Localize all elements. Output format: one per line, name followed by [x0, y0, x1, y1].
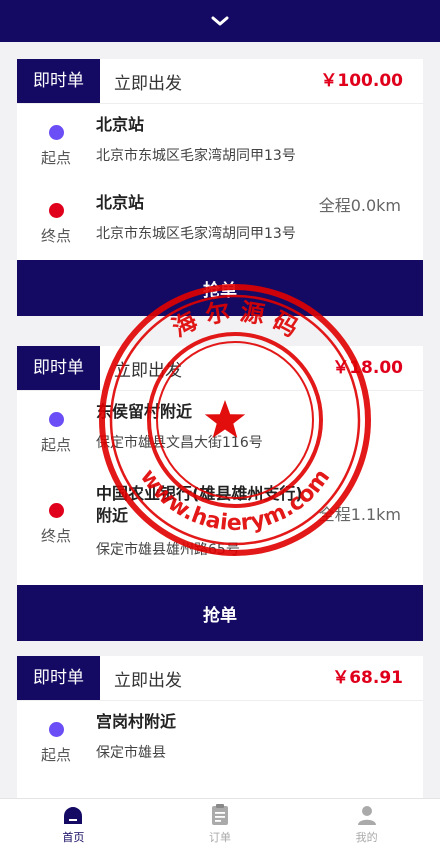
end-name: 北京站: [96, 193, 145, 212]
start-stop: 起点 北京站 北京市东城区毛家湾胡同甲13号: [17, 104, 423, 182]
order-card-header: 即时单 立即出发 ￥68.91: [17, 656, 423, 701]
end-dot-icon: [49, 203, 64, 218]
grab-order-button[interactable]: 抢单: [17, 585, 423, 641]
tab-orders[interactable]: 订单: [147, 799, 294, 849]
order-price: ￥68.91: [332, 668, 403, 688]
start-label: 起点: [41, 746, 72, 764]
end-address: 保定市雄县雄州路65号: [96, 542, 240, 558]
order-card: 即时单 立即出发 ￥68.91 起点 宫岗村附近 保定市雄县: [17, 656, 423, 798]
order-card: 即时单 立即出发 ￥100.00 起点 北京站 北京市东城区毛家湾胡同甲13号 …: [17, 59, 423, 316]
start-dot-icon: [49, 412, 64, 427]
end-stop: 终点 北京站 全程0.0km 北京市东城区毛家湾胡同甲13号: [17, 182, 423, 260]
end-name: 中国农业银行(雄县雄州支行)附近: [96, 484, 303, 525]
tab-home[interactable]: 首页: [0, 799, 147, 849]
order-card-header: 即时单 立即出发 ￥100.00: [17, 59, 423, 104]
start-name: 东侯留村附近: [96, 402, 193, 421]
order-feed: 即时单 立即出发 ￥100.00 起点 北京站 北京市东城区毛家湾胡同甲13号 …: [0, 42, 440, 798]
start-name: 宫岗村附近: [96, 712, 177, 731]
start-name: 北京站: [96, 115, 145, 134]
clipboard-icon: [212, 804, 228, 825]
end-dot-icon: [49, 503, 64, 518]
tab-bar: 首页 订单 我的: [0, 798, 440, 849]
depart-time: 立即出发: [114, 73, 182, 94]
order-type-tag: 即时单: [17, 656, 100, 700]
depart-time: 立即出发: [114, 670, 182, 691]
start-stop: 起点 东侯留村附近 保定市雄县文昌大街116号: [17, 391, 423, 469]
end-address: 北京市东城区毛家湾胡同甲13号: [96, 226, 296, 242]
user-icon: [357, 806, 376, 825]
depart-time: 立即出发: [114, 360, 182, 381]
tab-profile-label: 我的: [355, 831, 378, 844]
order-card: 即时单 立即出发 ￥18.00 起点 东侯留村附近 保定市雄县文昌大街116号 …: [17, 346, 423, 641]
start-address: 北京市东城区毛家湾胡同甲13号: [96, 148, 296, 164]
tab-profile[interactable]: 我的: [293, 799, 440, 849]
tab-orders-label: 订单: [209, 831, 231, 844]
tab-home-label: 首页: [62, 831, 85, 844]
start-label: 起点: [41, 436, 72, 454]
trip-distance: 全程0.0km: [318, 196, 401, 215]
end-label: 终点: [41, 227, 72, 245]
order-type-tag: 即时单: [17, 346, 100, 390]
order-card-header: 即时单 立即出发 ￥18.00: [17, 346, 423, 391]
end-label: 终点: [41, 527, 72, 545]
grab-order-button[interactable]: 抢单: [17, 260, 423, 316]
order-price: ￥18.00: [332, 358, 403, 378]
trip-distance: 全程1.1km: [318, 505, 401, 524]
start-dot-icon: [49, 722, 64, 737]
start-address: 保定市雄县: [96, 745, 166, 761]
start-stop: 起点 宫岗村附近 保定市雄县: [17, 701, 423, 779]
start-label: 起点: [41, 149, 72, 167]
end-stop: 终点 中国农业银行(雄县雄州支行)附近 全程1.1km 保定市雄县雄州路65号: [17, 469, 423, 585]
start-dot-icon: [49, 125, 64, 140]
chevron-down-icon[interactable]: [211, 15, 229, 27]
top-bar: [0, 0, 440, 42]
home-icon: [64, 807, 83, 824]
order-type-tag: 即时单: [17, 59, 100, 103]
order-price: ￥100.00: [320, 71, 403, 91]
start-address: 保定市雄县文昌大街116号: [96, 435, 263, 451]
